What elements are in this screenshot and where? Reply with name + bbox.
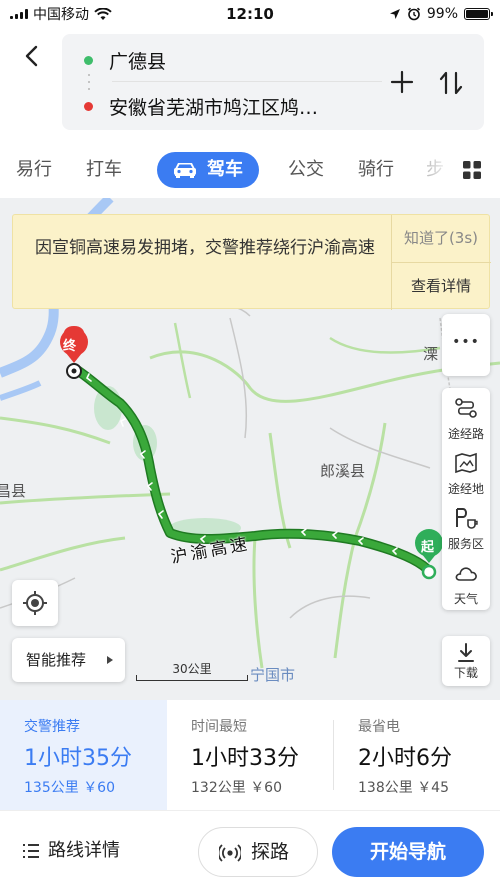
plan-distance: 138公里 [358,780,413,796]
tab-drive[interactable]: 驾车 [157,152,259,188]
weather-label: 天气 [453,592,478,606]
wifi-icon [94,7,112,20]
plan-duration: 2小时6分 [358,746,452,771]
city-label: 宁国市 [250,666,296,684]
plan-distance: 135公里 [24,780,79,796]
map-view[interactable]: 终 起 郎溪县 昌县 溧 宁国市 沪渝高速 因宣铜高速易发拥堵，交警推荐绕行沪渝… [0,198,500,700]
carrier-name: 中国移动 [33,7,89,23]
start-navigation-button[interactable]: 开始导航 [332,827,484,877]
route-details-button[interactable]: 路线详情 [22,833,120,869]
add-waypoint-icon[interactable] [390,70,414,94]
map-tools-panel: 途经路 途经地 服务区 天气 [442,388,490,610]
county-label-edge: 昌县 [0,482,27,500]
explore-label: 探路 [251,841,290,863]
view-details-button[interactable]: 查看详情 [391,263,491,310]
plan-distance: 132公里 [191,780,246,796]
divider [112,81,382,82]
plan-duration: 1小时35分 [24,746,132,771]
tab-taxi[interactable]: 打车 [86,150,122,190]
scale-bar [136,675,248,681]
tab-drive-label: 驾车 [207,159,243,180]
download-label: 下载 [453,666,478,680]
crosshair-icon [23,591,47,615]
destination-text: 安徽省芜湖市鸠江区鸠… [109,96,319,119]
battery-icon [464,8,493,20]
destination-row[interactable]: 安徽省芜湖市鸠江区鸠… [62,86,318,126]
route-details-label: 路线详情 [48,840,120,861]
tab-transit[interactable]: 公交 [288,150,324,190]
plan-cost: ￥60 [83,780,116,796]
plan-tag: 交警推荐 [24,719,80,735]
offline-download-button[interactable]: 下载 [442,636,490,686]
county-label: 郎溪县 [320,462,366,480]
town-label-edge: 溧 [423,345,439,363]
traffic-notice-text: 因宣铜高速易发拥堵，交警推荐绕行沪渝高速 [35,238,375,258]
swap-route-icon[interactable] [438,70,464,96]
route-plan-options: 交警推荐 1小时35分 135公里 ￥60 时间最短 1小时33分 132公里 … [0,700,500,810]
status-bar: 中国移动 12:10 99% [0,0,500,28]
list-icon [23,844,39,858]
route-input-panel: 广德县 安徽省芜湖市鸠江区鸠… [62,34,484,130]
system-indicators: 99% [320,6,493,22]
tab-cycling[interactable]: 骑行 [358,150,394,190]
end-marker-label: 终 [63,339,77,354]
download-icon [458,643,474,662]
cloud-icon [455,567,477,581]
origin-dot-icon [84,55,93,65]
waypoint-place-button[interactable]: 途经地 [442,443,490,503]
alarm-icon [407,7,420,21]
route-waypoint-icon [455,398,477,418]
bottom-action-bar: 路线详情 探路 开始导航 [0,810,500,890]
plan-meta: 135公里 ￥60 [24,777,115,797]
plan-meta: 138公里 ￥45 [358,777,449,797]
start-marker-label: 起 [421,540,435,555]
plan-duration: 1小时33分 [191,746,299,771]
service-area-label: 服务区 [447,537,484,551]
transport-mode-tabs: 易行 打车 驾车 公交 骑行 步 [0,150,500,190]
destination-dot-icon [84,101,93,111]
origin-row[interactable]: 广德县 [62,40,166,80]
waypoint-place-label: 途经地 [447,482,484,496]
signal-icon [10,9,28,19]
locate-me-button[interactable] [12,580,58,626]
tab-easy-travel[interactable]: 易行 [16,150,52,190]
clock: 12:10 [226,5,274,23]
smart-recommend-button[interactable]: 智能推荐 [12,638,125,682]
location-arrow-icon [389,9,400,19]
plan-option-fastest[interactable]: 时间最短 1小时33分 132公里 ￥60 [167,700,334,810]
car-icon [174,163,196,178]
plan-option-police-recommended[interactable]: 交警推荐 1小时35分 135公里 ￥60 [0,700,167,810]
more-modes-grid-icon[interactable] [462,160,482,180]
waypoint-route-button[interactable]: 途经路 [442,388,490,448]
service-area-button[interactable]: 服务区 [442,498,490,558]
smart-recommend-label: 智能推荐 [26,651,87,669]
radar-icon [219,844,241,862]
plan-tag: 最省电 [358,719,400,735]
caret-right-icon [107,656,113,664]
plan-cost: ￥45 [417,780,450,796]
back-icon[interactable] [18,42,46,70]
battery-percent: 99% [426,6,458,22]
origin-text: 广德县 [109,50,167,73]
plan-cost: ￥60 [250,780,283,796]
more-icon: ••• [452,334,480,350]
explore-route-button[interactable]: 探路 [198,827,318,877]
service-area-icon [456,508,478,529]
tabs-fade [425,150,455,190]
more-options-button[interactable]: ••• [442,314,490,376]
traffic-notice-banner: 因宣铜高速易发拥堵，交警推荐绕行沪渝高速 知道了(3s) 查看详情 [12,214,491,310]
dismiss-notice-button[interactable]: 知道了(3s) [391,215,491,262]
plan-tag: 时间最短 [191,719,247,735]
map-pin-icon [455,452,477,474]
waypoint-route-label: 途经路 [447,427,484,441]
carrier-info: 中国移动 [10,4,180,24]
map-scale: 30公里 [136,660,248,686]
weather-button[interactable]: 天气 [442,553,490,613]
plan-option-cheapest[interactable]: 最省电 2小时6分 138公里 ￥45 [334,700,500,810]
plan-meta: 132公里 ￥60 [191,777,282,797]
